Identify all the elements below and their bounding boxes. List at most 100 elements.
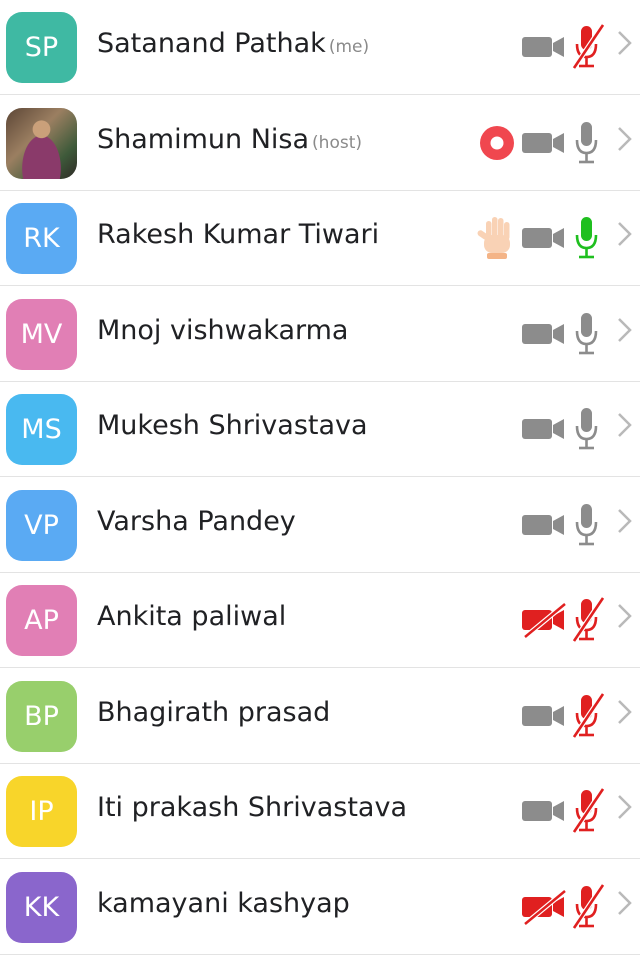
video-icon[interactable]	[521, 506, 567, 544]
avatar: RK	[6, 203, 77, 274]
participant-name: Bhagirath prasad	[97, 697, 330, 728]
participant-row[interactable]: BP Bhagirath prasad	[0, 669, 640, 764]
avatar: MS	[6, 394, 77, 465]
participant-name: Ankita paliwal	[97, 601, 286, 632]
row-chevron[interactable]	[616, 890, 634, 921]
mic-icon[interactable]	[573, 311, 604, 357]
video-icon[interactable]	[521, 28, 567, 66]
participant-row[interactable]: Shamimun Nisa (host)	[0, 96, 640, 191]
avatar-initials: BP	[24, 700, 59, 732]
video-icon[interactable]	[521, 124, 567, 162]
row-chevron[interactable]	[616, 221, 634, 252]
participant-row[interactable]: IP Iti prakash Shrivastava	[0, 764, 640, 859]
participant-status-icons	[521, 882, 604, 932]
participant-row[interactable]: VP Varsha Pandey	[0, 478, 640, 573]
avatar-initials: RK	[23, 223, 60, 254]
participant-row[interactable]: MV Mnoj vishwakarma	[0, 287, 640, 382]
record-icon	[480, 125, 514, 160]
avatar: SP	[6, 12, 77, 83]
row-chevron[interactable]	[616, 603, 634, 634]
participant-name: Mukesh Shrivastava	[97, 410, 368, 441]
chevron-right-icon[interactable]	[616, 603, 634, 629]
chevron-right-icon[interactable]	[616, 794, 634, 820]
mic-icon[interactable]	[573, 120, 604, 166]
avatar-initials: KK	[23, 891, 60, 923]
participant-name-text: Mukesh Shrivastava	[97, 410, 368, 441]
participant-name: Mnoj vishwakarma	[97, 315, 348, 346]
participant-status-icons	[479, 118, 604, 168]
mic-muted-icon[interactable]	[573, 24, 604, 70]
participant-row[interactable]: AP Ankita paliwal	[0, 573, 640, 668]
participant-status-icons	[521, 404, 604, 454]
mic-muted-icon[interactable]	[573, 597, 604, 643]
chevron-right-icon[interactable]	[616, 221, 634, 247]
chevron-right-icon[interactable]	[616, 412, 634, 438]
video-icon[interactable]	[521, 410, 567, 448]
avatar: AP	[6, 585, 77, 656]
video-icon[interactable]	[521, 219, 567, 257]
raised-hand-icon	[477, 217, 510, 259]
row-chevron[interactable]	[616, 412, 634, 443]
video-icon[interactable]	[521, 697, 567, 735]
participants-list: SP Satanand Pathak (me) Shamimun Nisa (host)…	[0, 0, 640, 955]
avatar: IP	[6, 776, 77, 847]
participant-name: Shamimun Nisa (host)	[97, 124, 362, 155]
video-icon[interactable]	[521, 792, 567, 830]
participant-name-text: kamayani kashyap	[97, 887, 350, 919]
participant-name-text: Mnoj vishwakarma	[97, 314, 349, 346]
mic-speaking-icon[interactable]	[573, 215, 604, 261]
chevron-right-icon[interactable]	[616, 126, 634, 152]
avatar-initials: IP	[29, 796, 54, 827]
participant-name-text: Shamimun Nisa	[97, 123, 310, 155]
participant-status-icons	[521, 595, 604, 645]
participant-row[interactable]: RK Rakesh Kumar Tiwari	[0, 191, 640, 286]
participant-name: Satanand Pathak (me)	[97, 28, 369, 59]
avatar-initials: MS	[21, 414, 62, 445]
participant-name: Rakesh Kumar Tiwari	[97, 219, 379, 250]
mic-icon[interactable]	[573, 502, 604, 548]
mic-muted-icon[interactable]	[573, 788, 604, 834]
mic-muted-icon[interactable]	[573, 883, 604, 930]
participant-name: kamayani kashyap	[97, 888, 350, 919]
avatar: VP	[6, 489, 77, 561]
mic-icon[interactable]	[573, 406, 604, 452]
chevron-right-icon[interactable]	[616, 508, 634, 534]
row-chevron[interactable]	[616, 317, 634, 348]
chevron-right-icon[interactable]	[616, 317, 634, 343]
avatar: KK	[6, 871, 77, 943]
participant-row[interactable]: SP Satanand Pathak (me)	[0, 0, 640, 95]
avatar-initials: AP	[24, 605, 59, 636]
participant-status-icons	[521, 309, 604, 359]
video-off-icon[interactable]	[521, 888, 567, 926]
avatar-initials: SP	[24, 32, 59, 63]
row-chevron[interactable]	[616, 699, 634, 730]
row-chevron[interactable]	[616, 508, 634, 539]
participant-row[interactable]: KK kamayani kashyap	[0, 860, 640, 955]
row-chevron[interactable]	[616, 30, 634, 61]
participant-name: Iti prakash Shrivastava	[97, 792, 407, 823]
participant-name-text: Ankita paliwal	[97, 601, 287, 632]
participant-status-icons	[521, 786, 604, 836]
participant-name-text: Satanand Pathak	[97, 28, 326, 59]
row-chevron[interactable]	[616, 794, 634, 825]
avatar-initials: VP	[24, 509, 59, 541]
participant-status-icons	[521, 500, 604, 550]
avatar-photo	[6, 107, 77, 179]
participant-name: Varsha Pandey	[97, 506, 296, 537]
role-tag: (host)	[312, 132, 362, 153]
chevron-right-icon[interactable]	[616, 699, 634, 725]
participant-status-icons	[521, 22, 604, 72]
row-chevron[interactable]	[616, 126, 634, 157]
mic-muted-icon[interactable]	[573, 692, 604, 739]
video-icon[interactable]	[521, 315, 567, 353]
video-off-icon[interactable]	[521, 601, 567, 639]
role-tag: (me)	[328, 37, 370, 57]
participant-name-text: Varsha Pandey	[97, 505, 296, 537]
participant-name-text: Rakesh Kumar Tiwari	[97, 219, 380, 250]
chevron-right-icon[interactable]	[616, 30, 634, 56]
avatar: MV	[6, 298, 77, 370]
chevron-right-icon[interactable]	[616, 890, 634, 916]
participant-status-icons	[521, 691, 604, 741]
participant-row[interactable]: MS Mukesh Shrivastava	[0, 382, 640, 477]
avatar: BP	[6, 680, 77, 752]
